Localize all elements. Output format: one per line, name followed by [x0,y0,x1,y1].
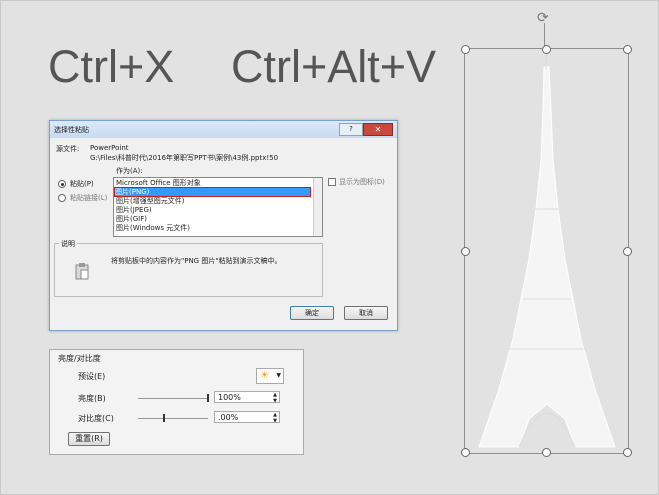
dialog-title: 选择性粘贴 [54,126,89,134]
display-as-icon-label[interactable]: 显示为图标(D) [339,177,385,187]
list-item-selected[interactable]: 图片(PNG) [114,187,311,197]
contrast-slider-thumb[interactable] [163,414,165,422]
resize-handle[interactable] [623,247,632,256]
chevron-down-icon: ▼ [276,372,281,379]
resize-handle[interactable] [461,448,470,457]
paste-as-listbox[interactable]: Microsoft Office 图形对象 图片(PNG) 图片(增强型图元文件… [113,177,323,237]
resize-handle[interactable] [542,45,551,54]
description-text: 将剪贴板中的内容作为"PNG 图片"粘贴到演示文稿中。 [111,257,282,265]
resize-handle[interactable] [461,45,470,54]
close-button[interactable]: ✕ [363,123,393,136]
rotate-icon[interactable]: ⟳ [537,10,549,26]
slide-canvas: Ctrl+X Ctrl+Alt+V 选择性粘贴 ? ✕ 源文件: PowerPo… [0,0,659,495]
list-item[interactable]: 图片(JPEG) [116,206,152,214]
brightness-value: 100% [218,393,241,402]
contrast-input[interactable]: .00% ▲ ▼ [214,411,280,424]
paste-link-radio[interactable] [58,194,66,202]
paste-special-dialog: 选择性粘贴 ? ✕ 源文件: PowerPoint G:\Files\科普时代\… [49,120,398,331]
paste-link-radio-label[interactable]: 粘贴链接(L) [70,193,107,203]
panel-title: 亮度/对比度 [58,354,101,363]
dialog-titlebar: 选择性粘贴 ? ✕ [50,121,397,138]
display-as-icon-checkbox[interactable] [328,178,336,186]
shortcut-paste-special-text: Ctrl+Alt+V [231,41,437,92]
source-path: G:\Files\科普时代\2016年第职写PPT书\案例\43例.pptx!5… [90,154,279,162]
reset-button[interactable]: 重置(R) [68,432,110,446]
ok-button[interactable]: 确定 [290,306,334,320]
brightness-slider[interactable] [138,398,208,399]
resize-handle[interactable] [542,448,551,457]
sun-icon: ☀ [260,370,269,381]
contrast-value: .00% [218,413,239,422]
list-item[interactable]: 图片(Windows 元文件) [116,224,190,232]
paste-radio-label[interactable]: 粘贴(P) [70,179,94,189]
spin-arrows-icon[interactable]: ▲ ▼ [273,412,277,424]
source-label: 源文件: [56,145,80,153]
preset-label: 预设(E) [78,372,106,381]
resize-handle[interactable] [623,448,632,457]
contrast-slider[interactable] [138,418,208,419]
clipboard-icon [75,263,89,280]
eiffel-tower-picture[interactable] [461,45,632,457]
brightness-input[interactable]: 100% ▲ ▼ [214,391,280,404]
help-button[interactable]: ? [339,123,363,136]
brightness-slider-thumb[interactable] [207,394,209,402]
as-label: 作为(A): [116,167,143,175]
paste-radio[interactable] [58,180,66,188]
preset-dropdown[interactable]: ☀ ▼ [256,368,284,384]
shortcut-cut-text: Ctrl+X [48,41,175,92]
list-item[interactable]: Microsoft Office 图形对象 [116,179,201,187]
eiffel-tower-illustration [478,55,616,448]
cancel-button[interactable]: 取消 [344,306,388,320]
contrast-label: 对比度(C) [78,414,114,423]
brightness-contrast-panel: 亮度/对比度 预设(E) ☀ ▼ 亮度(B) 100% ▲ ▼ 对比度(C) .0… [49,349,304,455]
brightness-label: 亮度(B) [78,394,106,403]
spin-arrows-icon[interactable]: ▲ ▼ [273,392,277,404]
description-groupbox: 说明 将剪贴板中的内容作为"PNG 图片"粘贴到演示文稿中。 [54,239,323,297]
list-item[interactable]: 图片(增强型图元文件) [116,197,184,205]
list-item[interactable]: 图片(GIF) [116,215,147,223]
description-label: 说明 [59,239,77,249]
listbox-scrollbar[interactable] [313,178,322,236]
source-app: PowerPoint [90,144,129,152]
resize-handle[interactable] [623,45,632,54]
resize-handle[interactable] [461,247,470,256]
